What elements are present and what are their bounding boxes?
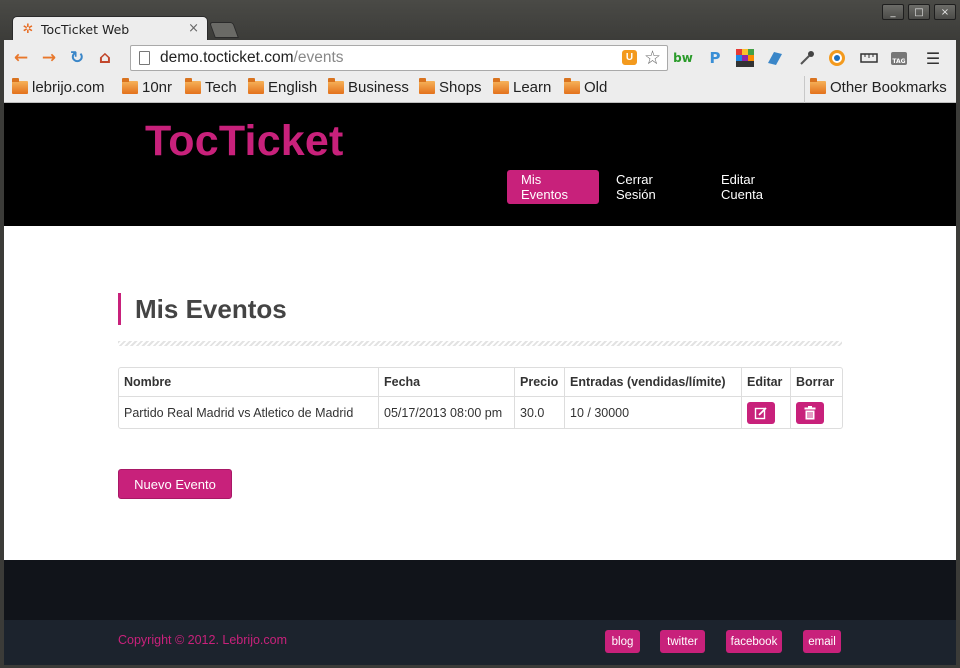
eye-extension-icon[interactable] (828, 49, 846, 67)
folder-icon (328, 78, 344, 94)
bookmark-learn[interactable]: Learn (493, 78, 551, 96)
column-header-precio: Precio (515, 368, 565, 397)
close-window-button[interactable]: × (934, 4, 956, 20)
bw-extension-icon[interactable]: bw (673, 49, 693, 67)
column-header-fecha: Fecha (379, 368, 515, 397)
tab-title: TocTicket Web (41, 22, 130, 37)
footer-link-twitter[interactable]: twitter (660, 630, 705, 653)
ruler-icon[interactable] (860, 49, 878, 67)
page-content: TocTicket Mis Eventos Cerrar Sesión Edit… (4, 103, 956, 665)
event-tickets-cell: 10 / 30000 (565, 397, 742, 428)
column-header-borrar: Borrar (791, 368, 842, 397)
svg-text:TAG: TAG (892, 58, 905, 65)
browser-tab[interactable]: ✲ TocTicket Web × (12, 16, 208, 42)
bookmark-business[interactable]: Business (328, 78, 409, 96)
event-name-cell: Partido Real Madrid vs Atletico de Madri… (119, 397, 379, 428)
tocticket-favicon-icon: ✲ (22, 22, 34, 37)
menu-icon[interactable]: ☰ (924, 49, 942, 68)
event-price-cell: 30.0 (515, 397, 565, 428)
eyedropper-icon[interactable] (798, 49, 816, 67)
title-divider (118, 341, 842, 346)
table-header-row: Nombre Fecha Precio Entradas (vendidas/l… (119, 368, 842, 397)
color-palette-icon[interactable] (736, 49, 754, 67)
nav-cerrar-sesion[interactable]: Cerrar Sesión (602, 170, 704, 204)
delete-event-button[interactable] (796, 401, 824, 424)
bookmark-old[interactable]: Old (564, 78, 607, 96)
copyright-text: Copyright © 2012. Lebrijo.com (118, 633, 288, 647)
bookmark-10nr[interactable]: 10nr (122, 78, 172, 96)
page-title: Mis Eventos (118, 293, 287, 325)
new-event-button[interactable]: Nuevo Evento (118, 469, 232, 499)
table-row: Partido Real Madrid vs Atletico de Madri… (119, 397, 842, 428)
url-host: demo.tocticket.com (160, 49, 294, 66)
bookmark-english[interactable]: English (248, 78, 317, 96)
folder-icon (810, 78, 826, 94)
page-icon (139, 51, 150, 65)
address-bar[interactable]: demo.tocticket.com/events U ☆ (130, 45, 668, 71)
reload-icon[interactable]: ↻ (66, 47, 88, 69)
edit-cell (742, 397, 791, 428)
screenshot-extension-icon[interactable] (766, 49, 784, 67)
edit-icon (754, 406, 767, 419)
bookmarks-separator (804, 76, 805, 103)
forward-arrow-icon[interactable]: → (38, 47, 60, 69)
bookmark-star-icon[interactable]: ☆ (644, 47, 661, 70)
folder-icon (122, 78, 138, 94)
events-table: Nombre Fecha Precio Entradas (vendidas/l… (118, 367, 843, 429)
browser-titlebar: ✲ TocTicket Web × _ □ × (0, 0, 960, 42)
browser-toolbar: ← → ↻ ⌂ demo.tocticket.com/events U ☆ bw… (4, 40, 956, 76)
nav-mis-eventos[interactable]: Mis Eventos (507, 170, 599, 204)
footer-link-email[interactable]: email (803, 630, 841, 653)
shield-extension-icon[interactable]: U (622, 50, 637, 65)
site-header: TocTicket Mis Eventos Cerrar Sesión Edit… (4, 103, 956, 226)
bookmarks-bar: lebrijo.com 10nr Tech English Business S… (4, 76, 956, 103)
minimize-button[interactable]: _ (882, 4, 904, 20)
tab-close-icon[interactable]: × (188, 21, 199, 36)
footer-link-facebook[interactable]: facebook (726, 630, 782, 653)
url-path: /events (293, 49, 344, 66)
bookmark-shops[interactable]: Shops (419, 78, 482, 96)
event-date-cell: 05/17/2013 08:00 pm (379, 397, 515, 428)
footer-link-blog[interactable]: blog (605, 630, 640, 653)
home-icon[interactable]: ⌂ (94, 47, 116, 69)
trash-icon (804, 405, 816, 419)
folder-icon (493, 78, 509, 94)
folder-icon (564, 78, 580, 94)
edit-event-button[interactable] (747, 401, 775, 424)
bookmark-tech[interactable]: Tech (185, 78, 237, 96)
column-header-editar: Editar (742, 368, 791, 397)
site-logo[interactable]: TocTicket (145, 117, 344, 166)
back-arrow-icon[interactable]: ← (10, 47, 32, 69)
column-header-nombre: Nombre (119, 368, 379, 397)
new-tab-button[interactable] (209, 22, 239, 38)
delete-cell (791, 397, 842, 428)
maximize-button[interactable]: □ (908, 4, 930, 20)
folder-icon (419, 78, 435, 94)
tag-extension-icon[interactable]: TAG (890, 49, 908, 67)
folder-icon (248, 78, 264, 94)
footer-bottom: Copyright © 2012. Lebrijo.com blog twitt… (4, 620, 956, 665)
pocket-extension-icon[interactable]: P (706, 49, 724, 67)
footer-top (4, 560, 956, 620)
column-header-entradas: Entradas (vendidas/límite) (565, 368, 742, 397)
folder-icon (185, 78, 201, 94)
nav-editar-cuenta[interactable]: Editar Cuenta (707, 170, 807, 204)
folder-icon (12, 78, 28, 94)
bookmark-lebrijo[interactable]: lebrijo.com (12, 78, 105, 96)
bookmark-other[interactable]: Other Bookmarks (810, 78, 947, 96)
